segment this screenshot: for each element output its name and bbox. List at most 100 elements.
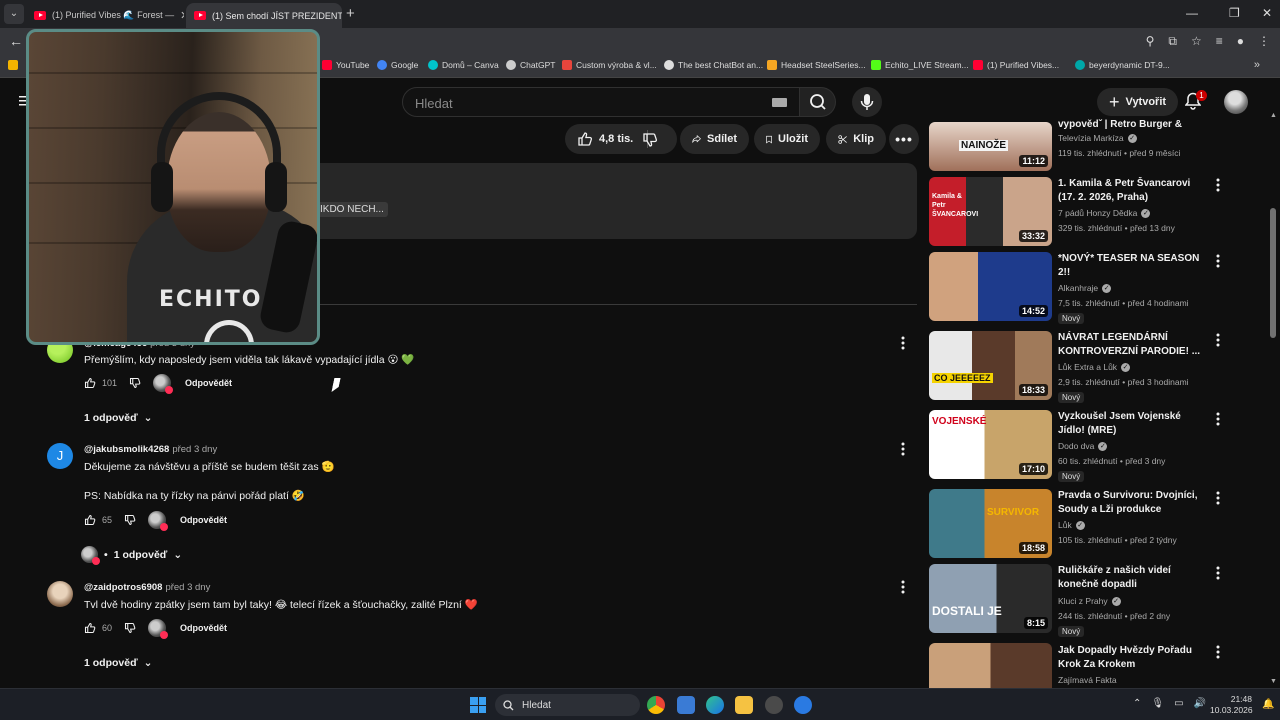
steam-icon[interactable]	[765, 696, 783, 714]
recommendation-thumbnail[interactable]: NAINOŽE 11:12	[929, 122, 1052, 171]
show-replies-button[interactable]: • 1 odpověď ⌄	[81, 546, 182, 565]
bookmark-chatgpt[interactable]: ChatGPT	[506, 60, 555, 70]
recommendation-menu-icon[interactable]	[1216, 333, 1220, 347]
close-window-icon[interactable]: ✕	[1262, 6, 1272, 20]
install-icon[interactable]: ⧉	[1168, 34, 1177, 49]
zoom-icon[interactable]: ⚲	[1146, 34, 1155, 49]
comment-avatar[interactable]: J	[47, 443, 73, 469]
browser-menu-icon[interactable]: ⋮	[1258, 34, 1270, 49]
volume-icon[interactable]: 🔊	[1194, 698, 1206, 709]
recommendation-menu-icon[interactable]	[1216, 412, 1220, 426]
recommendation-title[interactable]: 1. Kamila & Petr Švancarovi (17. 2. 2026…	[1058, 177, 1208, 205]
search-button[interactable]	[800, 87, 836, 117]
recommendation-channel[interactable]: Lůk ✓	[1058, 520, 1085, 530]
comment-avatar[interactable]	[47, 581, 73, 607]
recommendation-thumbnail[interactable]: VOJENSKÉ 17:10	[929, 410, 1052, 479]
app-icon[interactable]	[794, 696, 812, 714]
recommendation-channel[interactable]: Televízia Markíza ✓	[1058, 133, 1137, 143]
recommendation-thumbnail[interactable]: 14:52	[929, 252, 1052, 321]
new-tab-icon[interactable]: +	[346, 5, 355, 22]
taskbar-search[interactable]: Hledat	[495, 694, 640, 716]
bookmark-chatbot[interactable]: The best ChatBot an...	[664, 60, 763, 70]
dislike-icon[interactable]	[129, 377, 141, 389]
bookmark-beyerdynamic[interactable]: beyerdynamic DT-9...	[1075, 60, 1170, 70]
dislike-button[interactable]	[642, 124, 658, 154]
chrome-icon[interactable]	[647, 696, 665, 714]
comment-menu-icon[interactable]	[901, 336, 905, 350]
recommendation-menu-icon[interactable]	[1216, 178, 1220, 192]
recommendation-title[interactable]: vypovědˇ | Retro Burger & Dinn...	[1058, 118, 1208, 132]
profile-icon[interactable]: ●	[1237, 34, 1244, 49]
notification-center-icon[interactable]: 🔔	[1262, 699, 1274, 710]
reply-button[interactable]: Odpovědět	[180, 623, 227, 633]
clip-button[interactable]: Klip	[826, 124, 886, 154]
recommendation-title[interactable]: NÁVRAT LEGENDÁRNÍ KONTROVERZNÍ PARODIE! …	[1058, 331, 1208, 359]
recommendation-channel[interactable]: Dodo dva ✓	[1058, 441, 1108, 451]
edge-icon[interactable]	[706, 696, 724, 714]
scroll-down-icon[interactable]: ▼	[1270, 678, 1277, 685]
recommendation-title[interactable]: Vyzkoušel Jsem Vojenské Jídlo! (MRE)	[1058, 410, 1208, 438]
comment-menu-icon[interactable]	[901, 580, 905, 594]
close-tab-icon[interactable]: ✕	[180, 9, 184, 22]
taskbar-clock[interactable]: 21:48 10.03.2026	[1210, 694, 1253, 716]
page-scrollbar[interactable]	[1270, 208, 1276, 338]
recommendation-channel[interactable]: Zajímavá Fakta	[1058, 675, 1117, 685]
like-icon[interactable]	[84, 377, 96, 389]
tab-purified-vibes[interactable]: (1) Purified Vibes 🌊 Forest — ✕	[26, 3, 184, 28]
recommendation-thumbnail[interactable]: DOSTALI JE 8:15	[929, 564, 1052, 633]
create-button[interactable]: + Vytvořit	[1097, 88, 1179, 116]
minimize-icon[interactable]: —	[1186, 6, 1198, 20]
recommendation-thumbnail[interactable]	[929, 643, 1052, 688]
bookmark-echito-live[interactable]: Echito_LIVE Stream...	[871, 60, 969, 70]
bookmark-canva[interactable]: Domů – Canva	[428, 60, 499, 70]
microphone-icon[interactable]: 🎙	[1151, 698, 1164, 709]
dislike-icon[interactable]	[124, 514, 136, 526]
chevron-up-icon[interactable]: ⌃	[1133, 698, 1141, 709]
reply-button[interactable]: Odpovědět	[180, 515, 227, 525]
video-description[interactable]: IKDO NECH...	[300, 163, 917, 239]
apps-icon[interactable]	[8, 60, 18, 70]
recommendation-title[interactable]: Pravda o Survivoru: Dvojníci, Soudy a Lž…	[1058, 489, 1208, 517]
maximize-icon[interactable]: ❐	[1229, 6, 1240, 20]
bookmark-google[interactable]: Google	[377, 60, 418, 70]
share-button[interactable]: Sdílet	[680, 124, 749, 154]
recommendation-menu-icon[interactable]	[1216, 645, 1220, 659]
back-arrow-icon[interactable]: ←	[9, 33, 23, 49]
bookmark-purified-vibes[interactable]: (1) Purified Vibes...	[973, 60, 1059, 70]
store-icon[interactable]	[677, 696, 695, 714]
file-explorer-icon[interactable]	[735, 696, 753, 714]
like-icon[interactable]	[84, 514, 96, 526]
bookmark-youtube[interactable]: YouTube	[322, 60, 369, 70]
recommendation-channel[interactable]: Lůk Extra a Lůk ✓	[1058, 362, 1131, 372]
show-replies-button[interactable]: 1 odpověď ⌄	[84, 412, 152, 424]
bookmarks-overflow-icon[interactable]: »	[1254, 59, 1260, 71]
scroll-up-icon[interactable]: ▲	[1270, 112, 1277, 119]
recommendation-channel[interactable]: Kluci z Prahy ✓	[1058, 596, 1121, 606]
comment-author[interactable]: @jakubsmolik4268 před 3 dny	[84, 444, 217, 455]
reply-button[interactable]: Odpovědět	[185, 378, 232, 388]
tab-search-button[interactable]: ⌄	[4, 4, 24, 24]
recommendation-title[interactable]: Jak Dopadly Hvězdy Pořadu Krok Za Krokem	[1058, 644, 1208, 672]
like-icon[interactable]	[577, 131, 593, 147]
recommendation-channel[interactable]: Alkanhraje ✓	[1058, 283, 1112, 293]
like-icon[interactable]	[84, 622, 96, 634]
media-controls-icon[interactable]: ≡	[1216, 34, 1223, 49]
network-icon[interactable]: ▭	[1174, 698, 1183, 709]
account-avatar[interactable]	[1224, 90, 1248, 114]
recommendation-thumbnail[interactable]: SURVIVOR 18:58	[929, 489, 1052, 558]
like-count[interactable]: 4,8 tis.	[599, 133, 633, 145]
recommendation-title[interactable]: Ruličkáře z našich videí konečně dopadli	[1058, 564, 1208, 592]
voice-search-button[interactable]	[852, 87, 882, 117]
description-truncated-text[interactable]: IKDO NECH...	[316, 202, 388, 217]
tab-sem-chodi[interactable]: (1) Sem chodí JÍST PREZIDENT! ✕	[186, 3, 342, 28]
recommendation-thumbnail[interactable]: CO JEEEEEZ 18:33	[929, 331, 1052, 400]
recommendation-thumbnail[interactable]: Kamila & Petr ŠVANCAROVI 33:32	[929, 177, 1052, 246]
recommendation-menu-icon[interactable]	[1216, 254, 1220, 268]
windows-start-icon[interactable]	[470, 697, 486, 713]
comment-menu-icon[interactable]	[901, 442, 905, 456]
show-replies-button[interactable]: 1 odpověď ⌄	[84, 657, 152, 669]
more-actions-button[interactable]: •••	[889, 124, 919, 154]
recommendation-channel[interactable]: 7 pádů Honzy Dědka ✓	[1058, 208, 1151, 218]
bookmark-custom-vyroba[interactable]: Custom výroba & vl...	[562, 60, 657, 70]
comment-author[interactable]: @zaidpotros6908 před 3 dny	[84, 582, 210, 593]
